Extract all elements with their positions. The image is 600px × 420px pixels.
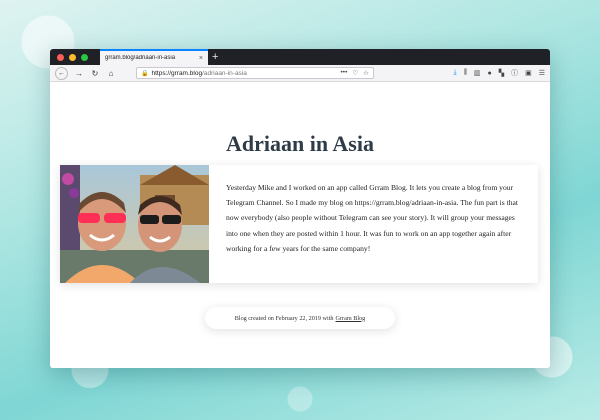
tab-bar: grram.blog/adriaan-in-asia × + xyxy=(50,49,550,65)
pocket-icon[interactable]: ♡ xyxy=(352,69,358,77)
blog-post-card: Yesterday Mike and I worked on an app ca… xyxy=(60,165,538,283)
page-title: Adriaan in Asia xyxy=(226,131,374,156)
tab-active[interactable]: grram.blog/adriaan-in-asia × xyxy=(100,49,208,65)
bookmark-star-icon[interactable]: ☆ xyxy=(363,69,369,77)
minimize-window-button[interactable] xyxy=(69,53,76,61)
window-controls xyxy=(57,53,88,61)
post-body: Yesterday Mike and I worked on an app ca… xyxy=(226,183,519,253)
selfie-image xyxy=(60,165,209,283)
forward-icon[interactable]: → xyxy=(74,69,84,78)
info-icon[interactable]: ⓘ xyxy=(511,68,518,78)
back-icon[interactable]: ← xyxy=(55,66,68,80)
lock-icon: 🔒 xyxy=(141,70,149,77)
browser-window: grram.blog/adriaan-in-asia × + ← → ↻ ⌂ 🔒… xyxy=(50,49,550,368)
footer-text: Blog created on February 22, 2019 with xyxy=(234,314,334,322)
new-tab-button[interactable]: + xyxy=(212,50,218,64)
url-actions: ••• ♡ ☆ xyxy=(341,69,369,77)
grram-blog-link[interactable]: Grram Blog xyxy=(336,315,366,322)
url-base: https://grram.blog xyxy=(151,69,203,77)
tab-close-icon[interactable]: × xyxy=(199,55,203,62)
reader-icon[interactable]: ▣ xyxy=(525,69,532,77)
page-actions-icon[interactable]: ••• xyxy=(341,69,348,77)
sidebar-icon[interactable]: ▥ xyxy=(474,69,481,77)
close-window-button[interactable] xyxy=(57,53,64,61)
download-icon[interactable]: ⤓ xyxy=(454,69,457,77)
url-bar[interactable]: 🔒 https://grram.blog/adriaan-in-asia •••… xyxy=(136,67,374,79)
library-icon[interactable]: ⫼ xyxy=(464,69,467,77)
menu-icon[interactable]: ☰ xyxy=(539,69,545,77)
footer-pill: Blog created on February 22, 2019 with G… xyxy=(205,307,395,329)
maximize-window-button[interactable] xyxy=(81,53,88,61)
extension-icon[interactable]: ● xyxy=(487,70,491,77)
tab-title: grram.blog/adriaan-in-asia xyxy=(105,55,176,61)
post-photo xyxy=(60,165,209,283)
toolbar-icons: ⤓ ⫼ ▥ ● ▚ ⓘ ▣ ☰ xyxy=(454,68,546,78)
home-icon[interactable]: ⌂ xyxy=(106,69,116,78)
url-path: /adriaan-in-asia xyxy=(202,69,247,77)
navigation-bar: ← → ↻ ⌂ 🔒 https://grram.blog/adriaan-in-… xyxy=(50,65,550,82)
grid-icon[interactable]: ▚ xyxy=(499,69,504,77)
reload-icon[interactable]: ↻ xyxy=(90,69,100,78)
